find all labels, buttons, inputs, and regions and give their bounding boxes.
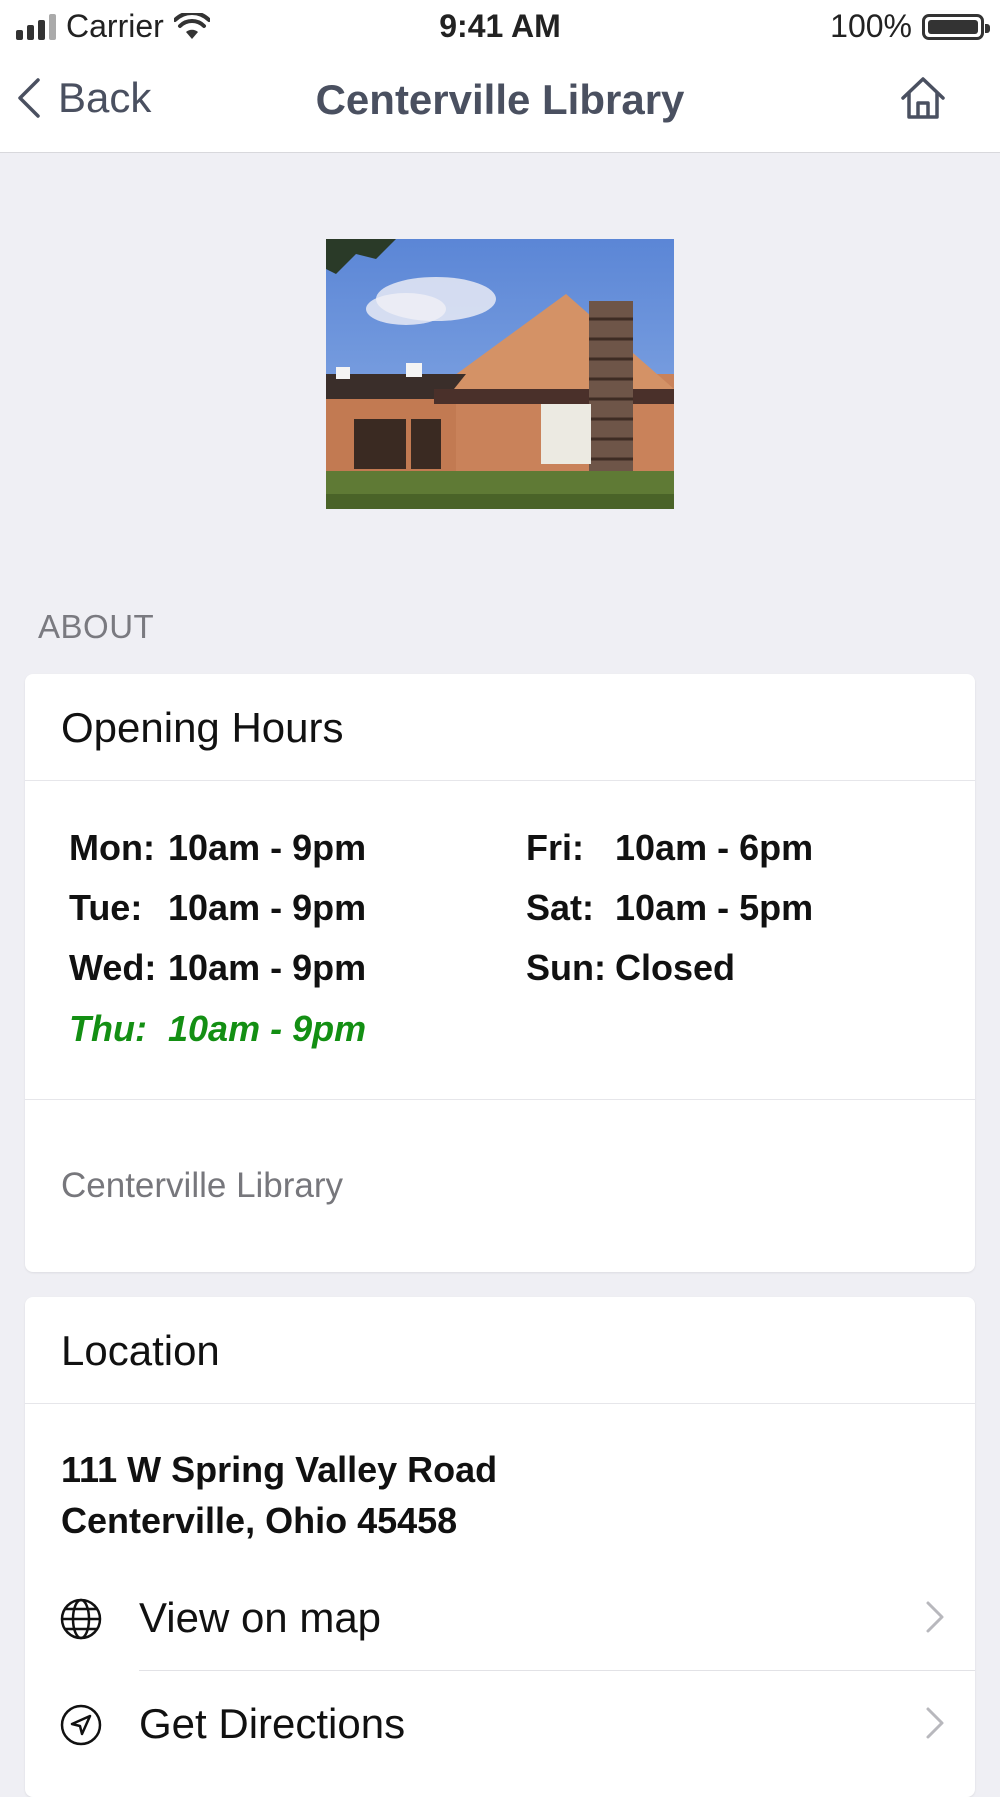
opening-hours-title: Opening Hours	[25, 674, 975, 781]
time-value: 10am - 9pm	[168, 827, 367, 868]
chevron-right-icon	[926, 1707, 944, 1739]
time-value: Closed	[615, 947, 736, 988]
navigation-arrow-icon	[60, 1704, 102, 1746]
chevron-right-icon	[926, 1601, 944, 1633]
home-button[interactable]	[900, 76, 946, 125]
about-section-header: ABOUT	[38, 608, 155, 645]
view-on-map-label: View on map	[139, 1594, 382, 1641]
time-value: 10am - 9pm	[168, 1008, 367, 1049]
address-line-1: 111 W Spring Valley Road	[61, 1449, 498, 1490]
address-line-2: Centerville, Ohio 45458	[61, 1500, 458, 1541]
day-label: Mon:	[69, 827, 155, 868]
get-directions-row[interactable]: Get Directions	[25, 1670, 975, 1776]
day-label: Sun:	[526, 947, 606, 988]
battery-percent: 100%	[830, 8, 912, 44]
location-card: Location 111 W Spring Valley Road Center…	[25, 1297, 975, 1797]
opening-hours-card: Opening Hours Mon: 10am - 9pm Tue: 10am …	[25, 674, 975, 1272]
battery-icon	[922, 13, 990, 40]
time-value: 10am - 9pm	[168, 887, 367, 928]
page-title: Centerville Library	[315, 76, 685, 123]
hours-table: Mon: 10am - 9pm Tue: 10am - 9pm Wed: 10a…	[25, 781, 975, 1100]
status-right: 100%	[830, 8, 990, 45]
library-photo	[326, 239, 674, 509]
time-value: 10am - 5pm	[615, 887, 814, 928]
home-icon	[901, 77, 945, 119]
day-label: Tue:	[69, 887, 143, 928]
time-value: 10am - 9pm	[168, 947, 367, 988]
navigation-bar: Back Centerville Library	[0, 56, 1000, 153]
get-directions-label: Get Directions	[139, 1700, 406, 1747]
library-name-footer: Centerville Library	[61, 1166, 344, 1205]
day-label: Thu:	[69, 1008, 147, 1049]
day-label: Fri:	[526, 827, 584, 868]
day-label: Sat:	[526, 887, 595, 928]
day-label: Wed:	[69, 947, 157, 988]
status-bar: Carrier 9:41 AM 100%	[0, 0, 1000, 56]
location-title: Location	[25, 1297, 975, 1404]
view-on-map-row[interactable]: View on map	[25, 1564, 975, 1670]
time-value: 10am - 6pm	[615, 827, 814, 868]
globe-icon	[60, 1598, 102, 1640]
address: 111 W Spring Valley Road Centerville, Oh…	[25, 1404, 975, 1546]
